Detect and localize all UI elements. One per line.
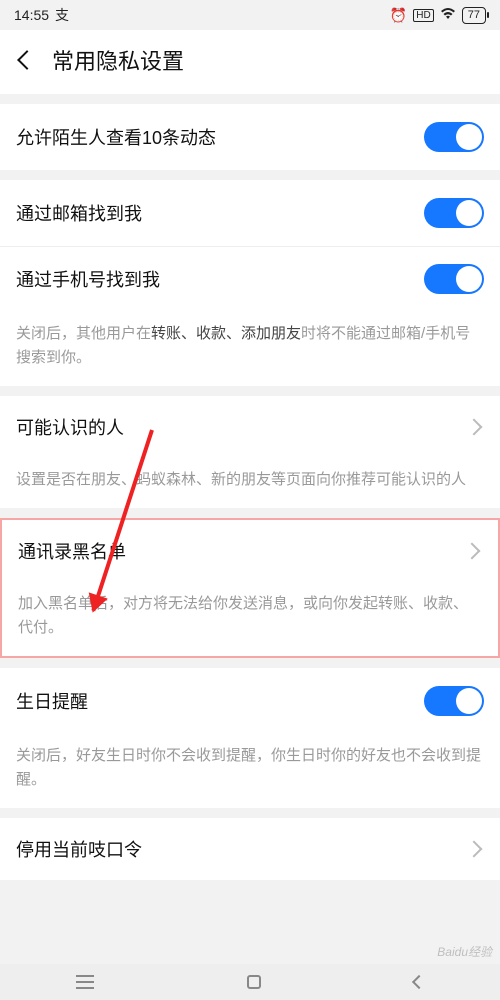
alarm-icon: ⏰ (390, 7, 407, 24)
battery-icon: 77 (462, 7, 486, 24)
switch-toggle[interactable] (424, 122, 484, 152)
page-header: 常用隐私设置 (0, 30, 500, 94)
hint-find: 关闭后，其他用户在转账、收款、添加朋友时将不能通过邮箱/手机号搜索到你。 (0, 312, 500, 386)
chevron-right-icon (464, 543, 481, 560)
switch-toggle[interactable] (424, 198, 484, 228)
row-find-by-phone[interactable]: 通过手机号找到我 (0, 246, 500, 312)
nav-back-icon[interactable] (412, 975, 426, 989)
switch-toggle[interactable] (424, 264, 484, 294)
row-blacklist-highlighted: 通讯录黑名单 加入黑名单后，对方将无法给你发送消息，或向你发起转账、收款、代付。 (0, 518, 500, 658)
alipay-icon: 支 (55, 5, 69, 25)
row-label: 可能认识的人 (16, 414, 124, 440)
back-icon[interactable] (17, 50, 37, 70)
row-stranger-feed[interactable]: 允许陌生人查看10条动态 (0, 104, 500, 170)
row-disable-phrase[interactable]: 停用当前吱口令 (0, 818, 500, 880)
hint-birthday: 关闭后，好友生日时你不会收到提醒，你生日时你的好友也不会收到提醒。 (0, 734, 500, 808)
hint-possible-contacts: 设置是否在朋友、蚂蚁森林、新的朋友等页面向你推荐可能认识的人 (0, 458, 500, 508)
watermark: Baidu经验 (437, 943, 492, 960)
row-possible-contacts[interactable]: 可能认识的人 (0, 396, 500, 458)
row-find-by-email[interactable]: 通过邮箱找到我 (0, 180, 500, 246)
hint-blacklist: 加入黑名单后，对方将无法给你发送消息，或向你发起转账、收款、代付。 (2, 582, 498, 656)
wifi-icon (440, 7, 456, 23)
row-label: 通过邮箱找到我 (16, 200, 142, 226)
status-bar: 14:55 支 ⏰ HD 77 (0, 0, 500, 30)
switch-toggle[interactable] (424, 686, 484, 716)
page-title: 常用隐私设置 (52, 44, 184, 76)
row-label: 允许陌生人查看10条动态 (16, 124, 216, 150)
row-label: 通过手机号找到我 (16, 266, 160, 292)
chevron-right-icon (466, 841, 483, 858)
nav-home-icon[interactable] (247, 975, 261, 989)
row-label: 通讯录黑名单 (18, 538, 126, 564)
row-label: 生日提醒 (16, 688, 88, 714)
chevron-right-icon (466, 419, 483, 436)
row-label: 停用当前吱口令 (16, 836, 142, 862)
row-blacklist[interactable]: 通讯录黑名单 (2, 520, 498, 582)
status-time: 14:55 (14, 7, 49, 23)
nav-recent-icon[interactable] (76, 981, 94, 983)
android-nav-bar (0, 964, 500, 1000)
row-birthday[interactable]: 生日提醒 (0, 668, 500, 734)
hd-icon: HD (413, 9, 433, 22)
